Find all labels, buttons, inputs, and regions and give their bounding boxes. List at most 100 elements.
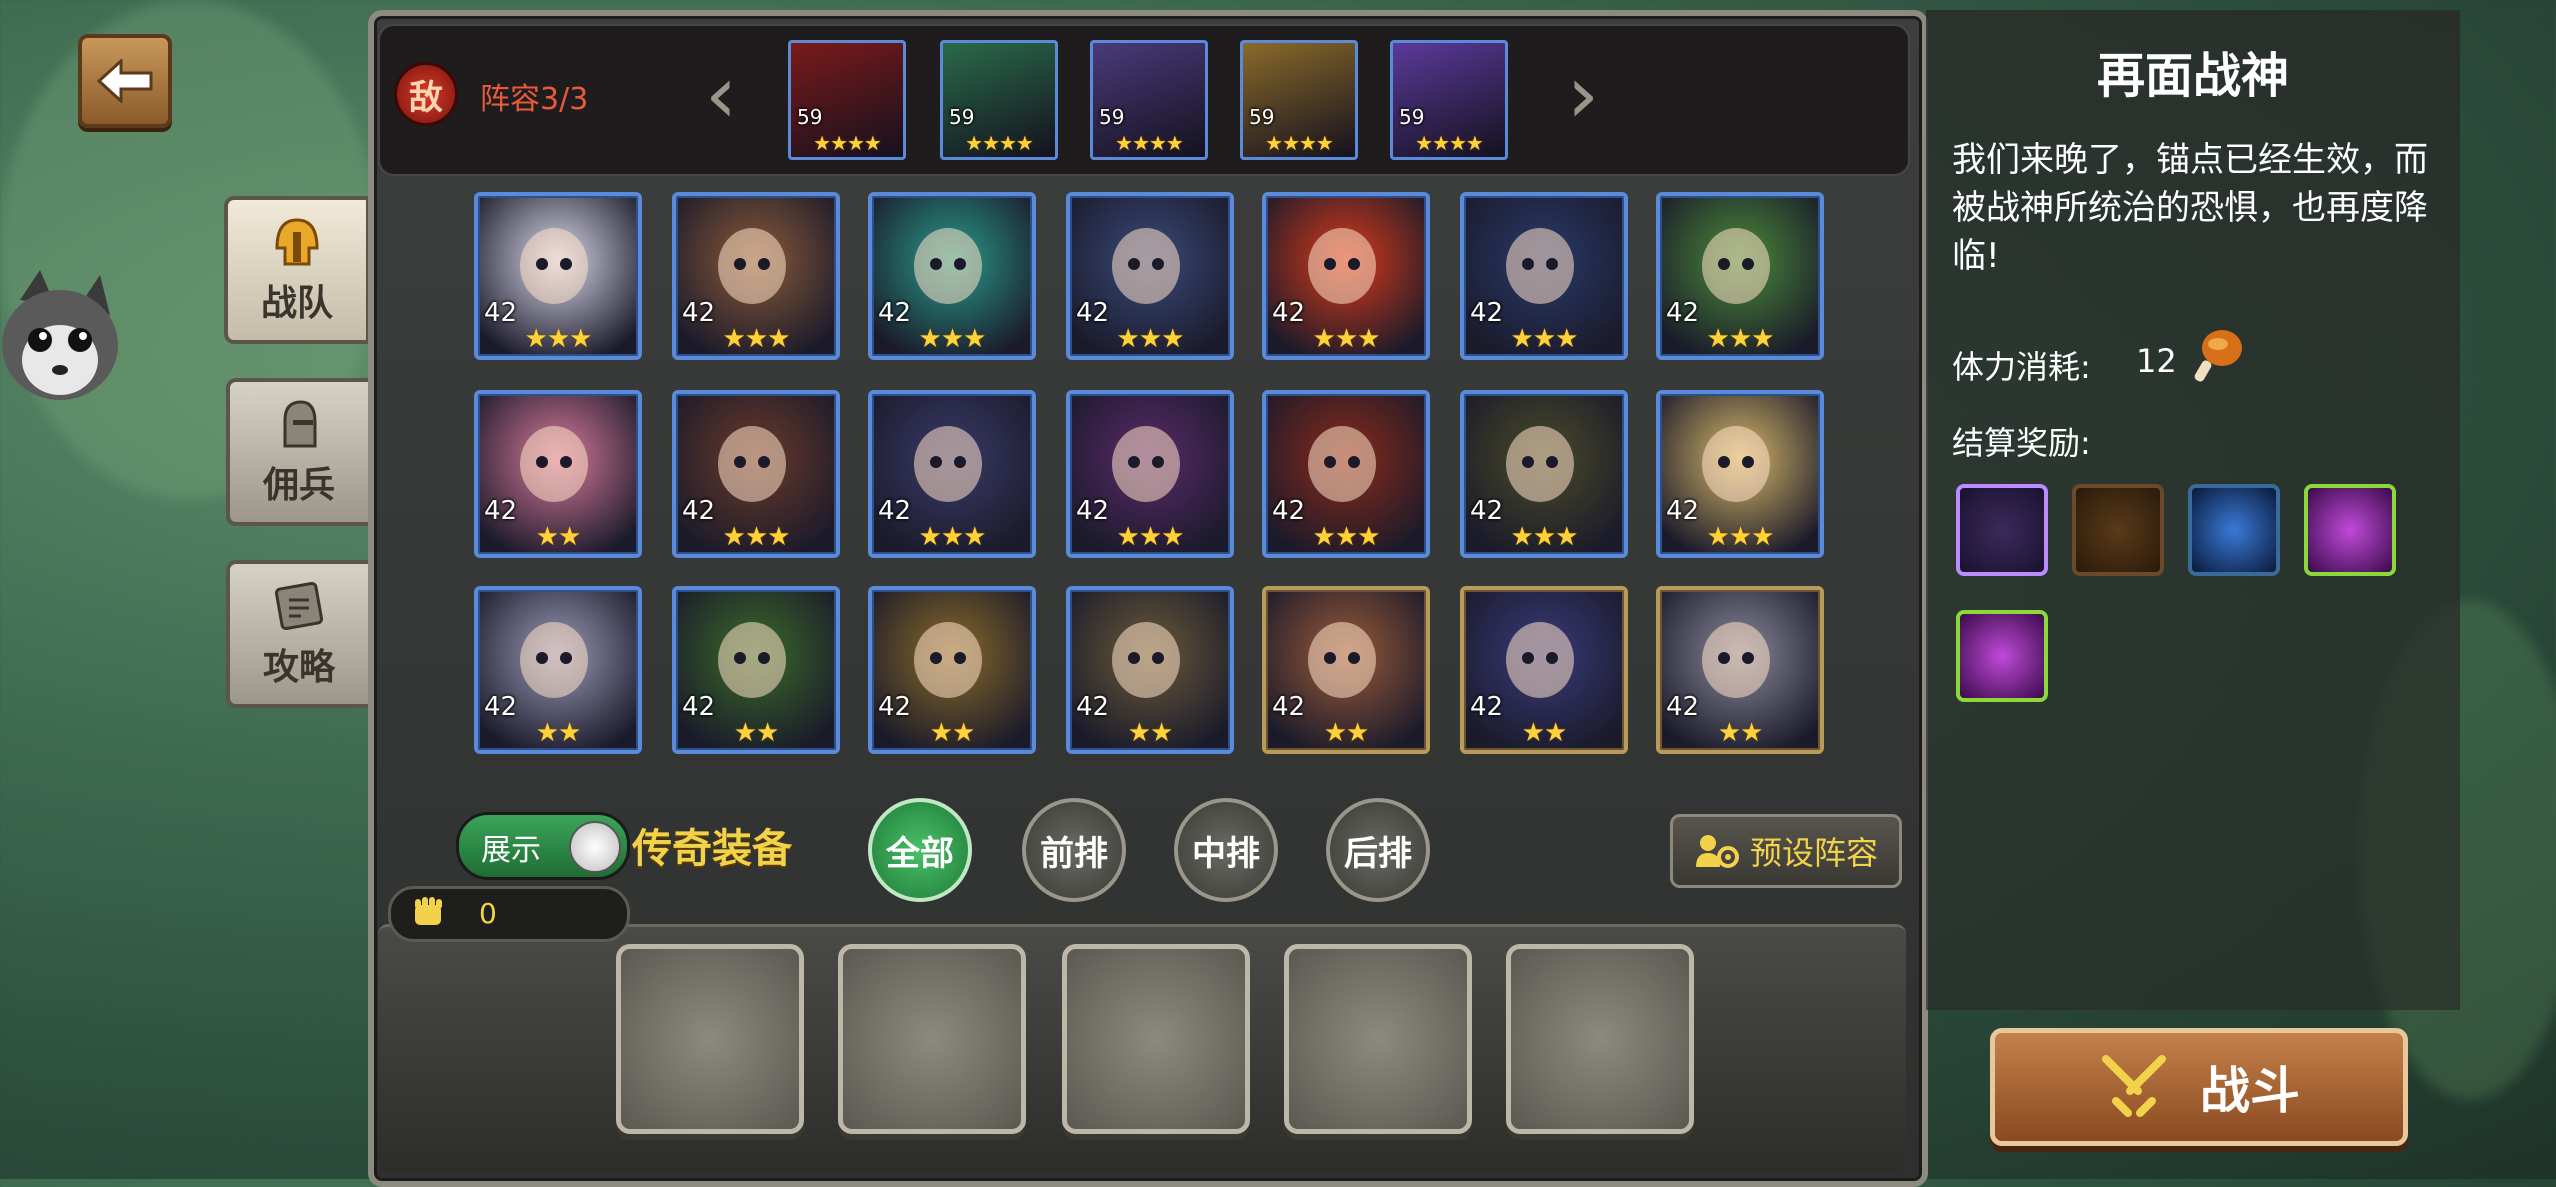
hero-stars: ★★	[1127, 718, 1174, 748]
enemy-hero-portrait[interactable]: 59 ★★★★	[788, 40, 906, 160]
hero-level: 59	[1399, 105, 1425, 129]
hero-stars: ★★	[1323, 718, 1370, 748]
hero-portrait[interactable]: 42 ★★★	[1460, 192, 1628, 360]
hero-stars: ★★	[535, 718, 582, 748]
tab-mercenary[interactable]: 佣兵	[226, 378, 372, 526]
reward-item-scroll[interactable]	[1956, 610, 2048, 702]
hero-portrait[interactable]: 42 ★★	[1460, 586, 1628, 754]
filter-all-button[interactable]: 全部	[868, 798, 972, 902]
reward-item-scroll[interactable]	[2304, 484, 2396, 576]
enemy-hero-portrait[interactable]: 59 ★★★★	[1240, 40, 1358, 160]
hero-portrait[interactable]: 42 ★★★	[1066, 390, 1234, 558]
legend-equipment-label: 传奇装备	[632, 826, 792, 872]
enemy-lineup-label: 阵容3/3	[480, 82, 589, 117]
hero-stars: ★★★★	[1415, 131, 1484, 155]
hero-portrait[interactable]: 42 ★★★	[1262, 390, 1430, 558]
hero-level: 59	[1099, 105, 1125, 129]
rewards-label: 结算奖励:	[1952, 424, 2091, 462]
back-button[interactable]	[78, 34, 172, 128]
hero-portrait[interactable]: 42 ★★★	[672, 390, 840, 558]
next-lineup-arrow[interactable]: ›	[1560, 52, 1606, 138]
hero-portrait[interactable]: 42 ★★	[672, 586, 840, 754]
hero-stars: ★★★	[1510, 324, 1579, 354]
hero-portrait[interactable]: 42 ★★★	[868, 390, 1036, 558]
hero-stars: ★★★	[1510, 522, 1579, 552]
toggle-knob	[569, 821, 621, 873]
stage-description: 我们来晚了，锚点已经生效，而被战神所统治的恐惧，也再度降临!	[1952, 140, 2428, 276]
hero-stars: ★★★	[1312, 324, 1381, 354]
hero-stars: ★★★★	[1115, 131, 1184, 155]
stamina-value: 12	[2136, 342, 2177, 380]
toggle-label: 展示	[481, 833, 541, 868]
prev-lineup-arrow[interactable]: ‹	[698, 52, 744, 138]
hero-portrait[interactable]: 42 ★★	[1656, 586, 1824, 754]
formation-slot[interactable]	[616, 944, 804, 1134]
hero-portrait[interactable]: 42 ★★★	[474, 192, 642, 360]
filter-middle-button[interactable]: 中排	[1174, 798, 1278, 902]
tab-team[interactable]: 战队	[224, 196, 370, 344]
enemy-hero-portrait[interactable]: 59 ★★★★	[940, 40, 1058, 160]
filter-front-button[interactable]: 前排	[1022, 798, 1126, 902]
arrow-left-icon	[97, 59, 153, 103]
combat-power-bar: 0	[388, 886, 630, 942]
scroll-icon	[274, 581, 324, 631]
hero-portrait[interactable]: 42 ★★★	[1460, 390, 1628, 558]
fist-icon	[415, 897, 442, 925]
hero-stars: ★★	[733, 718, 780, 748]
hero-portrait[interactable]: 42 ★★	[1066, 586, 1234, 754]
hero-stars: ★★★	[524, 324, 593, 354]
enemy-hero-portrait[interactable]: 59 ★★★★	[1390, 40, 1508, 160]
preset-lineup-label: 预设阵容	[1749, 834, 1878, 872]
hero-stars: ★★	[1717, 718, 1764, 748]
cat-mascot[interactable]	[0, 260, 120, 430]
hero-stars: ★★★★	[965, 131, 1034, 155]
hero-portrait[interactable]: 42 ★★★	[1066, 192, 1234, 360]
battle-button[interactable]: 战斗	[1990, 1028, 2408, 1146]
hero-stars: ★★	[929, 718, 976, 748]
hero-portrait[interactable]: 42 ★★	[474, 586, 642, 754]
knight-helmet-icon	[283, 400, 317, 448]
hero-portrait[interactable]: 42 ★★★	[1262, 192, 1430, 360]
hero-portrait[interactable]: 42 ★★★	[868, 192, 1036, 360]
combat-power-value: 0	[479, 897, 497, 930]
hero-portrait[interactable]: 42 ★★★	[1656, 192, 1824, 360]
hero-portrait[interactable]: 42 ★★★	[1656, 390, 1824, 558]
hero-portrait[interactable]: 42 ★★	[474, 390, 642, 558]
hero-stars: ★★★	[1706, 324, 1775, 354]
helmet-icon	[275, 218, 319, 266]
show-legend-toggle[interactable]: 展示	[456, 812, 630, 880]
tab-strategy[interactable]: 攻略	[226, 560, 372, 708]
formation-slot[interactable]	[838, 944, 1026, 1134]
hero-portrait[interactable]: 42 ★★★	[672, 192, 840, 360]
formation-slot[interactable]	[1062, 944, 1250, 1134]
hero-level: 59	[1249, 105, 1275, 129]
filter-back-button[interactable]: 后排	[1326, 798, 1430, 902]
hero-level: 59	[797, 105, 823, 129]
enemy-hero-portrait[interactable]: 59 ★★★★	[1090, 40, 1208, 160]
hero-level: 59	[949, 105, 975, 129]
formation-slot[interactable]	[1284, 944, 1472, 1134]
meat-icon	[2194, 330, 2242, 382]
reward-item-orb[interactable]	[2188, 484, 2280, 576]
tab-mercenary-label: 佣兵	[262, 465, 335, 506]
enemy-badge: 敌	[394, 62, 458, 126]
formation-slot[interactable]	[1506, 944, 1694, 1134]
hero-stars: ★★★★	[813, 131, 882, 155]
reward-item-hero-shard[interactable]	[1956, 484, 2048, 576]
hero-stars: ★★★	[1116, 522, 1185, 552]
tab-team-label: 战队	[260, 283, 333, 324]
hero-stars: ★★	[1521, 718, 1568, 748]
stage-title: 再面战神	[2096, 48, 2289, 104]
preset-lineup-button[interactable]: 预设阵容	[1670, 814, 1902, 888]
hero-stars: ★★★	[918, 324, 987, 354]
hero-portrait[interactable]: 42 ★★	[868, 586, 1036, 754]
users-gear-icon	[1695, 835, 1739, 868]
hero-stars: ★★★	[1116, 324, 1185, 354]
hero-stars: ★★★	[722, 522, 791, 552]
crossed-swords-icon	[2102, 1055, 2166, 1117]
hero-stars: ★★★	[1312, 522, 1381, 552]
hero-stars: ★★★	[1706, 522, 1775, 552]
hero-stars: ★★	[535, 522, 582, 552]
hero-portrait[interactable]: 42 ★★	[1262, 586, 1430, 754]
reward-item-staff[interactable]	[2072, 484, 2164, 576]
